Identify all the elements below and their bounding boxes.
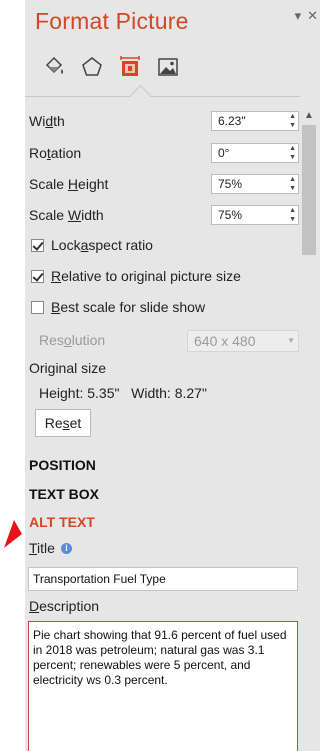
checkbox-checked[interactable] <box>31 238 44 252</box>
effects-icon <box>82 57 102 76</box>
format-picture-pane: Format Picture ▾ ✕ Width 6.23" ▲ ▼ Rotat… <box>25 0 320 751</box>
chevron-down-icon[interactable]: ▾ <box>295 8 302 23</box>
resolution-label: Resolution <box>39 332 106 348</box>
fill-line-icon <box>45 56 63 74</box>
tab-effects[interactable] <box>73 56 111 82</box>
scale-height-input[interactable]: 75% ▲ ▼ <box>211 174 299 194</box>
scale-width-input[interactable]: 75% ▲ ▼ <box>211 205 299 225</box>
scroll-up-arrow-icon[interactable]: ▲ <box>301 107 317 125</box>
section-alt-text[interactable]: ALT TEXT <box>29 514 95 530</box>
rotation-label: Rotation <box>29 145 82 161</box>
pane-tabs <box>35 56 187 82</box>
relative-size-checkbox[interactable]: Relative to original picture size <box>31 268 241 284</box>
reset-button[interactable]: Reset <box>35 409 91 437</box>
checkbox-unchecked[interactable] <box>31 300 44 314</box>
chevron-down-icon: ▼ <box>287 336 295 345</box>
original-size-label: Original size <box>29 360 107 376</box>
tab-picture[interactable] <box>149 56 187 82</box>
lock-aspect-checkbox[interactable]: Lock a spect ratio <box>31 237 153 253</box>
alt-description-textarea[interactable]: Pie chart showing that 91.6 percent of f… <box>28 621 298 751</box>
section-text-box[interactable]: TEXT BOX <box>29 486 99 502</box>
red-arrow-annotation <box>4 520 22 548</box>
best-scale-checkbox[interactable]: Best scale for slide show <box>31 299 205 315</box>
info-icon[interactable]: i <box>60 543 72 554</box>
scale-height-label: Scale Height <box>29 176 109 192</box>
width-input[interactable]: 6.23" ▲ ▼ <box>211 111 299 131</box>
close-icon[interactable]: ✕ <box>307 8 318 23</box>
original-width: Width: 8.27" <box>131 385 207 401</box>
resolution-select[interactable]: 640 x 480 ▼ <box>187 330 299 352</box>
active-tab-pointer <box>129 84 152 107</box>
width-label: Width <box>29 113 65 129</box>
size-properties-icon <box>120 56 140 76</box>
pane-title: Format Picture <box>35 8 189 34</box>
original-dimensions: Height: 5.35" Width: 8.27" <box>39 385 207 401</box>
scale-width-label: Scale Width <box>29 207 104 223</box>
alt-description-label: Description <box>29 598 100 614</box>
alt-title-input[interactable]: Transportation Fuel Type <box>28 567 298 591</box>
original-height: Height: 5.35" <box>39 385 120 401</box>
alt-title-label: Title i <box>29 540 72 556</box>
checkbox-checked[interactable] <box>31 269 44 283</box>
section-position[interactable]: POSITION <box>29 457 96 473</box>
tab-fill-line[interactable] <box>35 56 73 82</box>
pane-scrollbar[interactable]: ▲ <box>301 107 317 751</box>
picture-icon <box>158 58 178 76</box>
tab-divider <box>25 96 300 97</box>
rotation-input[interactable]: 0° ▲ ▼ <box>211 143 299 163</box>
scroll-thumb[interactable] <box>302 125 316 255</box>
tab-size-properties[interactable] <box>111 56 149 82</box>
pane-controls: ▾ ✕ <box>289 8 318 24</box>
